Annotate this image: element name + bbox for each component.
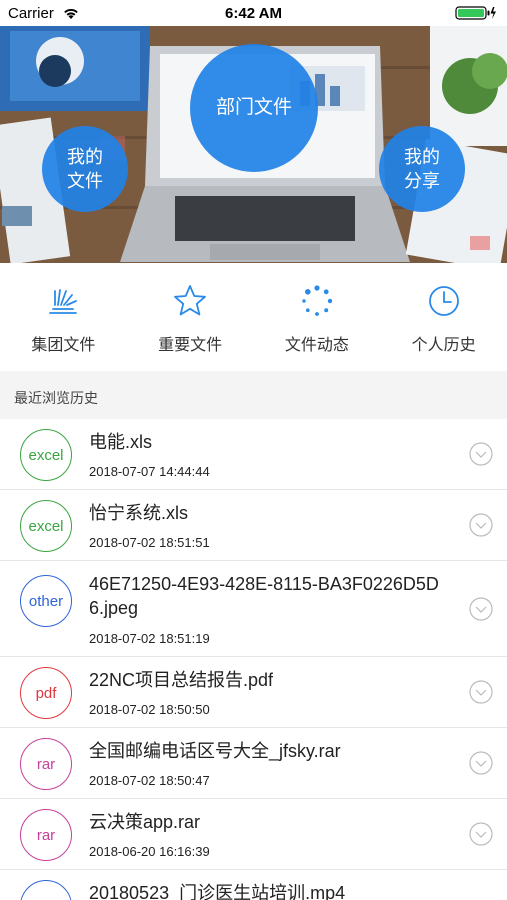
file-time: 2018-07-07 14:44:44 [89,464,210,479]
chevron-down-icon[interactable] [469,751,493,775]
my-files-label-line1: 我的 [67,147,103,167]
hero-banner: 部门文件 我的 文件 我的 分享 [0,26,507,263]
my-share-label-line1: 我的 [404,147,440,167]
quick-label-file-activity: 文件动态 [284,337,349,354]
chevron-down-icon[interactable] [469,822,493,846]
quick-item-important-files[interactable]: 重要文件 [127,263,254,371]
file-name: 怡宁系统.xls [89,503,188,523]
list-item[interactable]: excel 电能.xls 2018-07-07 14:44:44 [0,419,507,490]
my-files-button[interactable]: 我的 文件 [42,126,128,212]
list-item[interactable]: excel 怡宁系统.xls 2018-07-02 18:51:51 [0,490,507,561]
file-name: 云决策app.rar [89,812,201,832]
other-file-icon: other [20,575,72,627]
pdf-file-icon: pdf [20,667,72,719]
list-item[interactable]: rar 云决策app.rar 2018-06-20 16:16:39 [0,799,507,870]
file-name: 22NC项目总结报告.pdf [89,670,274,690]
quick-item-file-activity[interactable]: 文件动态 [254,263,381,371]
history-list: excel 电能.xls 2018-07-07 14:44:44 excel 怡… [0,419,507,900]
chevron-down-icon[interactable] [469,442,493,466]
excel-file-icon: excel [20,429,72,481]
file-time: 2018-06-20 16:16:39 [89,844,210,859]
excel-file-icon: excel [20,500,72,552]
file-name: 20180523_门诊医生站培训.mp4 [89,883,346,900]
list-item[interactable]: other 46E71250-4E93-428E-8115-BA3F0226D5… [0,561,507,657]
quick-menu: 集团文件 重要文件 文件动态 个人历史 [0,263,507,371]
status-time: 6:42 AM [225,5,282,22]
file-time: 2018-07-02 18:50:50 [89,702,210,717]
section-header: 最近浏览历史 [0,371,507,419]
file-time: 2018-07-02 18:51:51 [89,535,210,550]
department-files-button[interactable]: 部门文件 [190,44,318,172]
clock-icon [428,286,459,316]
file-time: 2018-07-02 18:51:19 [89,631,210,646]
rar-file-icon: rar [20,809,72,861]
my-files-label-line2: 文件 [67,171,103,191]
quick-item-group-files[interactable]: 集团文件 [0,263,127,371]
list-item[interactable]: rar 全国邮编电话区号大全_jfsky.rar 2018-07-02 18:5… [0,728,507,799]
group-files-icon [49,289,78,314]
other-file-icon: other [20,880,72,900]
battery-charging-icon [455,6,496,20]
chevron-down-icon[interactable] [469,597,493,621]
department-files-label: 部门文件 [215,97,292,118]
section-title: 最近浏览历史 [14,390,98,406]
quick-label-personal-history: 个人历史 [411,337,476,354]
quick-label-important-files: 重要文件 [158,337,223,354]
quick-label-group-files: 集团文件 [31,337,96,354]
star-icon [174,285,207,316]
chevron-down-icon[interactable] [469,680,493,704]
list-item[interactable]: other 20180523_门诊医生站培训.mp4 [0,870,507,900]
rar-file-icon: rar [20,738,72,790]
file-name: 全国邮编电话区号大全_jfsky.rar [89,741,341,761]
file-name: 电能.xls [89,432,152,452]
quick-item-personal-history[interactable]: 个人历史 [380,263,507,371]
my-share-button[interactable]: 我的 分享 [379,126,465,212]
list-item[interactable]: pdf 22NC项目总结报告.pdf 2018-07-02 18:50:50 [0,657,507,728]
loading-dots-icon [302,285,333,316]
chevron-down-icon[interactable] [469,513,493,537]
my-share-label-line2: 分享 [404,171,440,191]
file-name: 46E71250-4E93-428E-8115-BA3F0226D5D6.jpe… [89,574,439,618]
status-bar: Carrier 6:42 AM [0,0,507,26]
file-time: 2018-07-02 18:50:47 [89,773,210,788]
